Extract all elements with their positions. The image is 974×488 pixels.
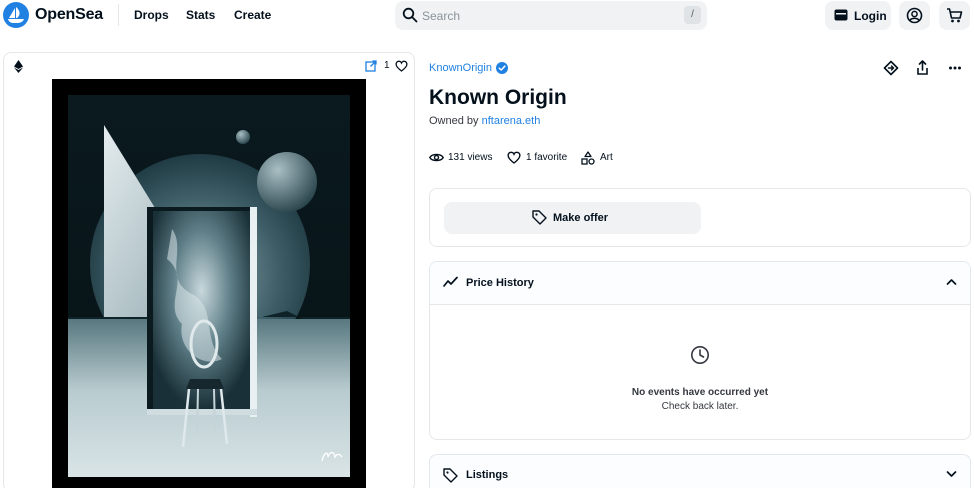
no-events-text: No events have occurred yet — [631, 387, 769, 398]
price-history-panel: Price History No events have occurred ye… — [429, 261, 971, 440]
nft-artwork-image[interactable] — [52, 79, 366, 488]
listings-panel-header[interactable]: Listings — [429, 454, 971, 488]
eye-icon — [429, 153, 444, 162]
listing-tag-icon — [443, 468, 458, 483]
listings-title: Listings — [466, 469, 509, 481]
nav-stats[interactable]: Stats — [186, 8, 215, 22]
account-button[interactable] — [899, 1, 930, 30]
nav-drops[interactable]: Drops — [134, 8, 169, 22]
make-offer-label: Make offer — [553, 212, 609, 224]
header-divider — [118, 4, 119, 26]
check-back-text: Check back later. — [661, 401, 739, 412]
owner-line: Owned by nftarena.eth — [429, 115, 540, 127]
nav-create[interactable]: Create — [234, 8, 271, 22]
search-placeholder: Search — [422, 9, 461, 23]
search-shortcut-badge: / — [684, 6, 701, 24]
share-icon[interactable] — [915, 60, 930, 76]
collection-link[interactable]: KnownOrigin — [429, 62, 492, 74]
heart-icon[interactable] — [395, 60, 408, 72]
top-nav-bar: OpenSea Drops Stats Create Search / Logi… — [0, 0, 974, 30]
login-button[interactable]: Login — [825, 1, 891, 30]
wallet-icon — [834, 9, 848, 21]
owner-link[interactable]: nftarena.eth — [482, 115, 541, 127]
brand-name[interactable]: OpenSea — [35, 6, 103, 24]
account-icon — [906, 7, 923, 24]
more-options-icon[interactable] — [948, 60, 962, 76]
opensea-logo-icon[interactable] — [3, 2, 29, 28]
favorites-count[interactable]: 1 favorite — [526, 152, 567, 163]
clock-icon — [691, 346, 709, 364]
make-offer-button[interactable]: Make offer — [444, 202, 701, 234]
login-label: Login — [854, 9, 887, 23]
chevron-up-icon[interactable] — [946, 278, 957, 286]
cart-icon — [947, 8, 963, 23]
price-history-title: Price History — [466, 277, 534, 289]
tag-icon — [532, 210, 547, 225]
favorite-heart-icon — [507, 151, 521, 164]
trend-line-icon — [443, 276, 458, 287]
offer-panel: Make offer — [429, 188, 971, 247]
owned-by-label: Owned by — [429, 115, 479, 127]
external-link-icon[interactable] — [365, 60, 377, 72]
category-label[interactable]: Art — [600, 152, 613, 163]
verified-badge-icon — [496, 62, 508, 74]
price-history-header[interactable]: Price History — [430, 262, 970, 305]
transfer-icon[interactable] — [883, 60, 899, 76]
search-icon — [402, 7, 418, 23]
ethereum-icon — [14, 60, 23, 73]
views-count: 131 views — [448, 152, 493, 163]
search-input[interactable]: Search / — [395, 1, 707, 30]
chevron-down-icon[interactable] — [946, 470, 957, 478]
item-title: Known Origin — [429, 86, 567, 109]
category-shapes-icon — [581, 151, 595, 165]
cart-button[interactable] — [939, 1, 970, 30]
favorite-count: 1 — [384, 60, 390, 71]
media-card: 1 — [3, 52, 415, 488]
